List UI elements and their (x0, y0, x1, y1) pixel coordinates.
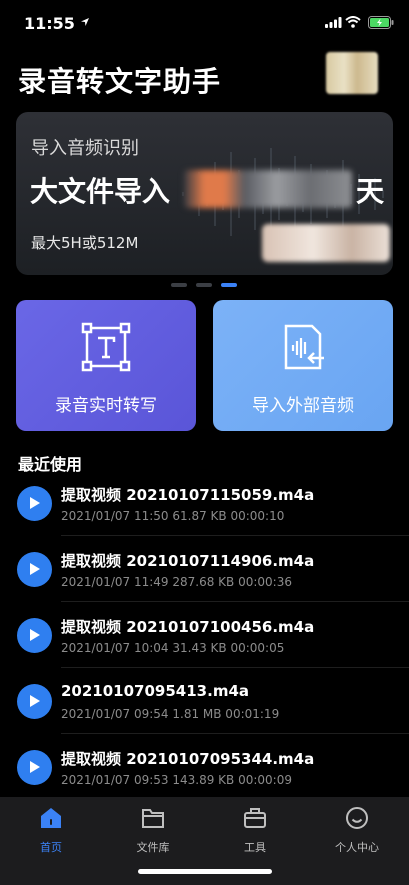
recording-name: 提取视频 20210107095344.m4a (61, 750, 315, 768)
play-button[interactable] (17, 486, 52, 521)
tab-library-label: 文件库 (136, 841, 170, 854)
play-button[interactable] (17, 750, 52, 785)
folder-icon (142, 809, 164, 828)
recording-meta: 2021/01/07 10:04 31.43 KB 00:00:05 (61, 641, 285, 655)
text-transcribe-icon (81, 322, 131, 372)
list-item[interactable]: 提取视频 20210107114906.m4a 2021/01/07 11:49… (0, 536, 409, 602)
list-item[interactable]: 提取视频 20210107100456.m4a 2021/01/07 10:04… (0, 602, 409, 668)
cellular-signal-icon (325, 17, 342, 28)
play-button[interactable] (17, 552, 52, 587)
recording-meta: 2021/01/07 11:50 61.87 KB 00:00:10 (61, 509, 285, 523)
record-realtime-label: 录音实时转写 (55, 396, 157, 416)
carousel-dot[interactable] (171, 283, 187, 287)
app-title: 录音转文字助手 (18, 65, 222, 98)
import-audio-label: 导入外部音频 (252, 396, 354, 416)
play-icon (30, 563, 40, 575)
recording-name: 20210107095413.m4a (61, 682, 250, 700)
tab-profile-label: 个人中心 (335, 841, 379, 854)
banner-redacted-button[interactable] (262, 224, 390, 262)
list-item[interactable]: 提取视频 20210107115059.m4a 2021/01/07 11:50… (0, 470, 409, 536)
play-icon (30, 761, 40, 773)
toolbox-icon (244, 808, 266, 828)
play-icon (30, 695, 40, 707)
promo-banner[interactable]: 导入音频识别 大文件导入 天 最大5H或512M (16, 112, 393, 275)
location-arrow-icon (81, 18, 89, 26)
audio-file-import-icon (284, 324, 324, 370)
recording-meta: 2021/01/07 09:53 143.89 KB 00:00:09 (61, 773, 292, 787)
banner-headline-suffix: 天 (356, 175, 385, 208)
list-item[interactable]: 提取视频 20210107095344.m4a 2021/01/07 09:53… (0, 734, 409, 800)
banner-subtitle: 导入音频识别 (31, 138, 139, 159)
recording-meta: 2021/01/07 11:49 287.68 KB 00:00:36 (61, 575, 292, 589)
list-item[interactable]: 20210107095413.m4a 2021/01/07 09:54 1.81… (0, 668, 409, 734)
tab-library[interactable]: 文件库 (113, 805, 193, 855)
wifi-icon (345, 16, 361, 28)
tab-home[interactable]: 首页 (11, 805, 91, 855)
recording-meta: 2021/01/07 09:54 1.81 MB 00:01:19 (61, 707, 280, 721)
tab-tools-label: 工具 (244, 841, 266, 854)
play-button[interactable] (17, 618, 52, 653)
banner-limit-text: 最大5H或512M (31, 234, 139, 252)
smiley-face-icon (346, 807, 368, 829)
play-button[interactable] (17, 684, 52, 719)
tab-profile[interactable]: 个人中心 (317, 805, 397, 855)
play-icon (30, 629, 40, 641)
recording-name: 提取视频 20210107115059.m4a (61, 486, 315, 504)
carousel-dot[interactable] (196, 283, 212, 287)
status-bar: 11:55 (0, 0, 409, 48)
banner-redacted-text (184, 170, 352, 208)
banner-headline: 大文件导入 (30, 175, 171, 208)
battery-charging-icon (368, 16, 394, 29)
tab-home-label: 首页 (40, 841, 62, 854)
home-indicator (138, 869, 272, 874)
recording-name: 提取视频 20210107114906.m4a (61, 552, 315, 570)
import-audio-button[interactable]: 导入外部音频 (213, 300, 393, 431)
carousel-dot-active[interactable] (221, 283, 237, 287)
record-realtime-button[interactable]: 录音实时转写 (16, 300, 196, 431)
recording-name: 提取视频 20210107100456.m4a (61, 618, 315, 636)
home-icon (41, 808, 61, 828)
status-time: 11:55 (24, 14, 75, 33)
avatar[interactable] (326, 52, 378, 94)
play-icon (30, 497, 40, 509)
tab-tools[interactable]: 工具 (215, 805, 295, 855)
